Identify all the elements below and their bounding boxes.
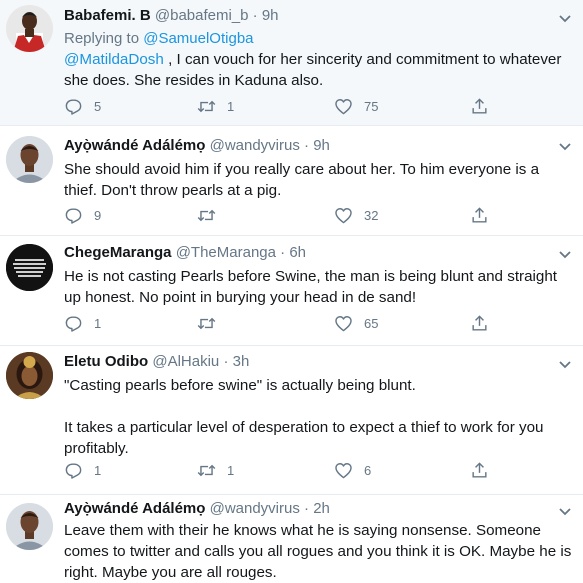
timestamp[interactable]: 9h <box>313 137 330 154</box>
tweet[interactable]: Ayọ̀wándé Adálémọ @wandyvirus · 2h Leave… <box>0 495 583 581</box>
tweet-header: Eletu Odibo @AlHakiu · 3h <box>64 351 573 373</box>
display-name[interactable]: Ayọ̀wándé Adálémọ <box>64 500 205 517</box>
heart-icon <box>335 98 352 114</box>
timestamp[interactable]: 6h <box>289 244 306 261</box>
avatar[interactable] <box>6 5 53 52</box>
timestamp[interactable]: 3h <box>233 353 250 370</box>
like-count: 32 <box>364 207 379 223</box>
retweet-button[interactable] <box>197 204 227 226</box>
reply-button[interactable]: 9 <box>64 204 101 226</box>
retweet-count: 1 <box>227 462 235 478</box>
retweet-count: 1 <box>227 98 235 114</box>
tweet-header: Ayọ̀wándé Adálémọ @wandyvirus · 9h <box>64 135 573 157</box>
tweet-actions: 1 1 6 <box>64 459 504 481</box>
avatar[interactable] <box>6 352 53 399</box>
reply-count: 9 <box>94 207 102 223</box>
share-button[interactable] <box>470 312 489 334</box>
share-button[interactable] <box>470 95 489 117</box>
display-name[interactable]: ChegeMaranga <box>64 244 172 261</box>
like-count: 65 <box>364 315 379 331</box>
user-handle[interactable]: @AlHakiu <box>152 353 219 370</box>
separator-dot: · <box>280 244 286 261</box>
share-button[interactable] <box>470 459 489 481</box>
heart-icon <box>335 315 352 331</box>
heart-icon <box>335 462 352 478</box>
replying-label: Replying to <box>64 30 140 47</box>
tweet-text: "Casting pearls before swine" is actuall… <box>64 377 544 457</box>
separator-dot: · <box>304 137 310 154</box>
retweet-button[interactable]: 1 <box>197 459 234 481</box>
tweet-text: She should avoid him if you really care … <box>64 161 544 199</box>
heart-icon <box>335 207 352 223</box>
tweet[interactable]: Babafemi. B @babafemi_b · 9h Replying to… <box>0 0 583 126</box>
retweet-button[interactable]: 1 <box>197 95 234 117</box>
replying-to: Replying to @SamuelOtigba <box>64 29 573 49</box>
chevron-down-icon[interactable] <box>557 246 573 262</box>
reply-count: 5 <box>94 98 102 114</box>
avatar[interactable] <box>6 136 53 183</box>
chevron-down-icon[interactable] <box>557 356 573 372</box>
tweet[interactable]: Eletu Odibo @AlHakiu · 3h "Casting pearl… <box>0 346 583 495</box>
like-button[interactable]: 65 <box>334 312 378 334</box>
reply-icon <box>65 207 82 224</box>
tweet-text: Leave them with their he knows what he i… <box>64 522 576 581</box>
replying-to-link[interactable]: @SamuelOtigba <box>143 30 253 47</box>
chevron-down-icon[interactable] <box>557 138 573 154</box>
reply-icon <box>65 98 82 115</box>
separator-dot: · <box>223 353 229 370</box>
share-icon <box>472 461 487 478</box>
reply-button[interactable]: 5 <box>64 95 101 117</box>
reply-count: 1 <box>94 462 102 478</box>
tweet-text: @MatildaDosh , I can vouch for her since… <box>64 49 573 91</box>
separator-dot: · <box>304 500 310 517</box>
reply-icon <box>65 462 82 479</box>
tweet-header: Babafemi. B @babafemi_b · 9h <box>64 5 573 27</box>
share-icon <box>472 97 487 114</box>
avatar[interactable] <box>6 244 53 291</box>
chevron-down-icon[interactable] <box>557 503 573 519</box>
like-count: 6 <box>364 462 372 478</box>
share-icon <box>472 314 487 331</box>
retweet-icon <box>197 464 216 476</box>
user-handle[interactable]: @babafemi_b <box>155 7 249 24</box>
retweet-icon <box>197 100 216 112</box>
timestamp[interactable]: 2h <box>313 500 330 517</box>
tweet-actions: 9 32 <box>64 204 504 226</box>
retweet-icon <box>197 209 216 221</box>
like-button[interactable]: 75 <box>334 95 378 117</box>
display-name[interactable]: Eletu Odibo <box>64 353 148 370</box>
reply-icon <box>65 315 82 332</box>
reply-button[interactable]: 1 <box>64 312 101 334</box>
user-handle[interactable]: @TheMaranga <box>176 244 276 261</box>
like-count: 75 <box>364 98 379 114</box>
tweet-header: Ayọ̀wándé Adálémọ @wandyvirus · 2h <box>64 498 573 520</box>
like-button[interactable]: 6 <box>334 459 371 481</box>
user-handle[interactable]: @wandyvirus <box>210 137 300 154</box>
avatar[interactable] <box>6 503 53 550</box>
tweet-actions: 5 1 75 <box>64 95 504 117</box>
tweet-header: ChegeMaranga @TheMaranga · 6h <box>64 242 573 264</box>
display-name[interactable]: Ayọ̀wándé Adálémọ <box>64 137 205 154</box>
retweet-button[interactable] <box>197 312 227 334</box>
share-button[interactable] <box>470 204 489 226</box>
tweet[interactable]: Ayọ̀wándé Adálémọ @wandyvirus · 9h She s… <box>0 126 583 236</box>
timestamp[interactable]: 9h <box>262 7 279 24</box>
user-handle[interactable]: @wandyvirus <box>210 500 300 517</box>
display-name[interactable]: Babafemi. B <box>64 7 151 24</box>
separator-dot: · <box>252 7 258 24</box>
tweet-text: He is not casting Pearls before Swine, t… <box>64 268 562 306</box>
mention-link[interactable]: @MatildaDosh <box>64 51 164 68</box>
reply-button[interactable]: 1 <box>64 459 101 481</box>
like-button[interactable]: 32 <box>334 204 378 226</box>
chevron-down-icon[interactable] <box>557 10 573 26</box>
retweet-icon <box>197 317 216 329</box>
tweet[interactable]: ChegeMaranga @TheMaranga · 6h He is not … <box>0 236 583 346</box>
reply-count: 1 <box>94 315 102 331</box>
tweet-actions: 1 65 <box>64 312 504 334</box>
share-icon <box>472 206 487 223</box>
